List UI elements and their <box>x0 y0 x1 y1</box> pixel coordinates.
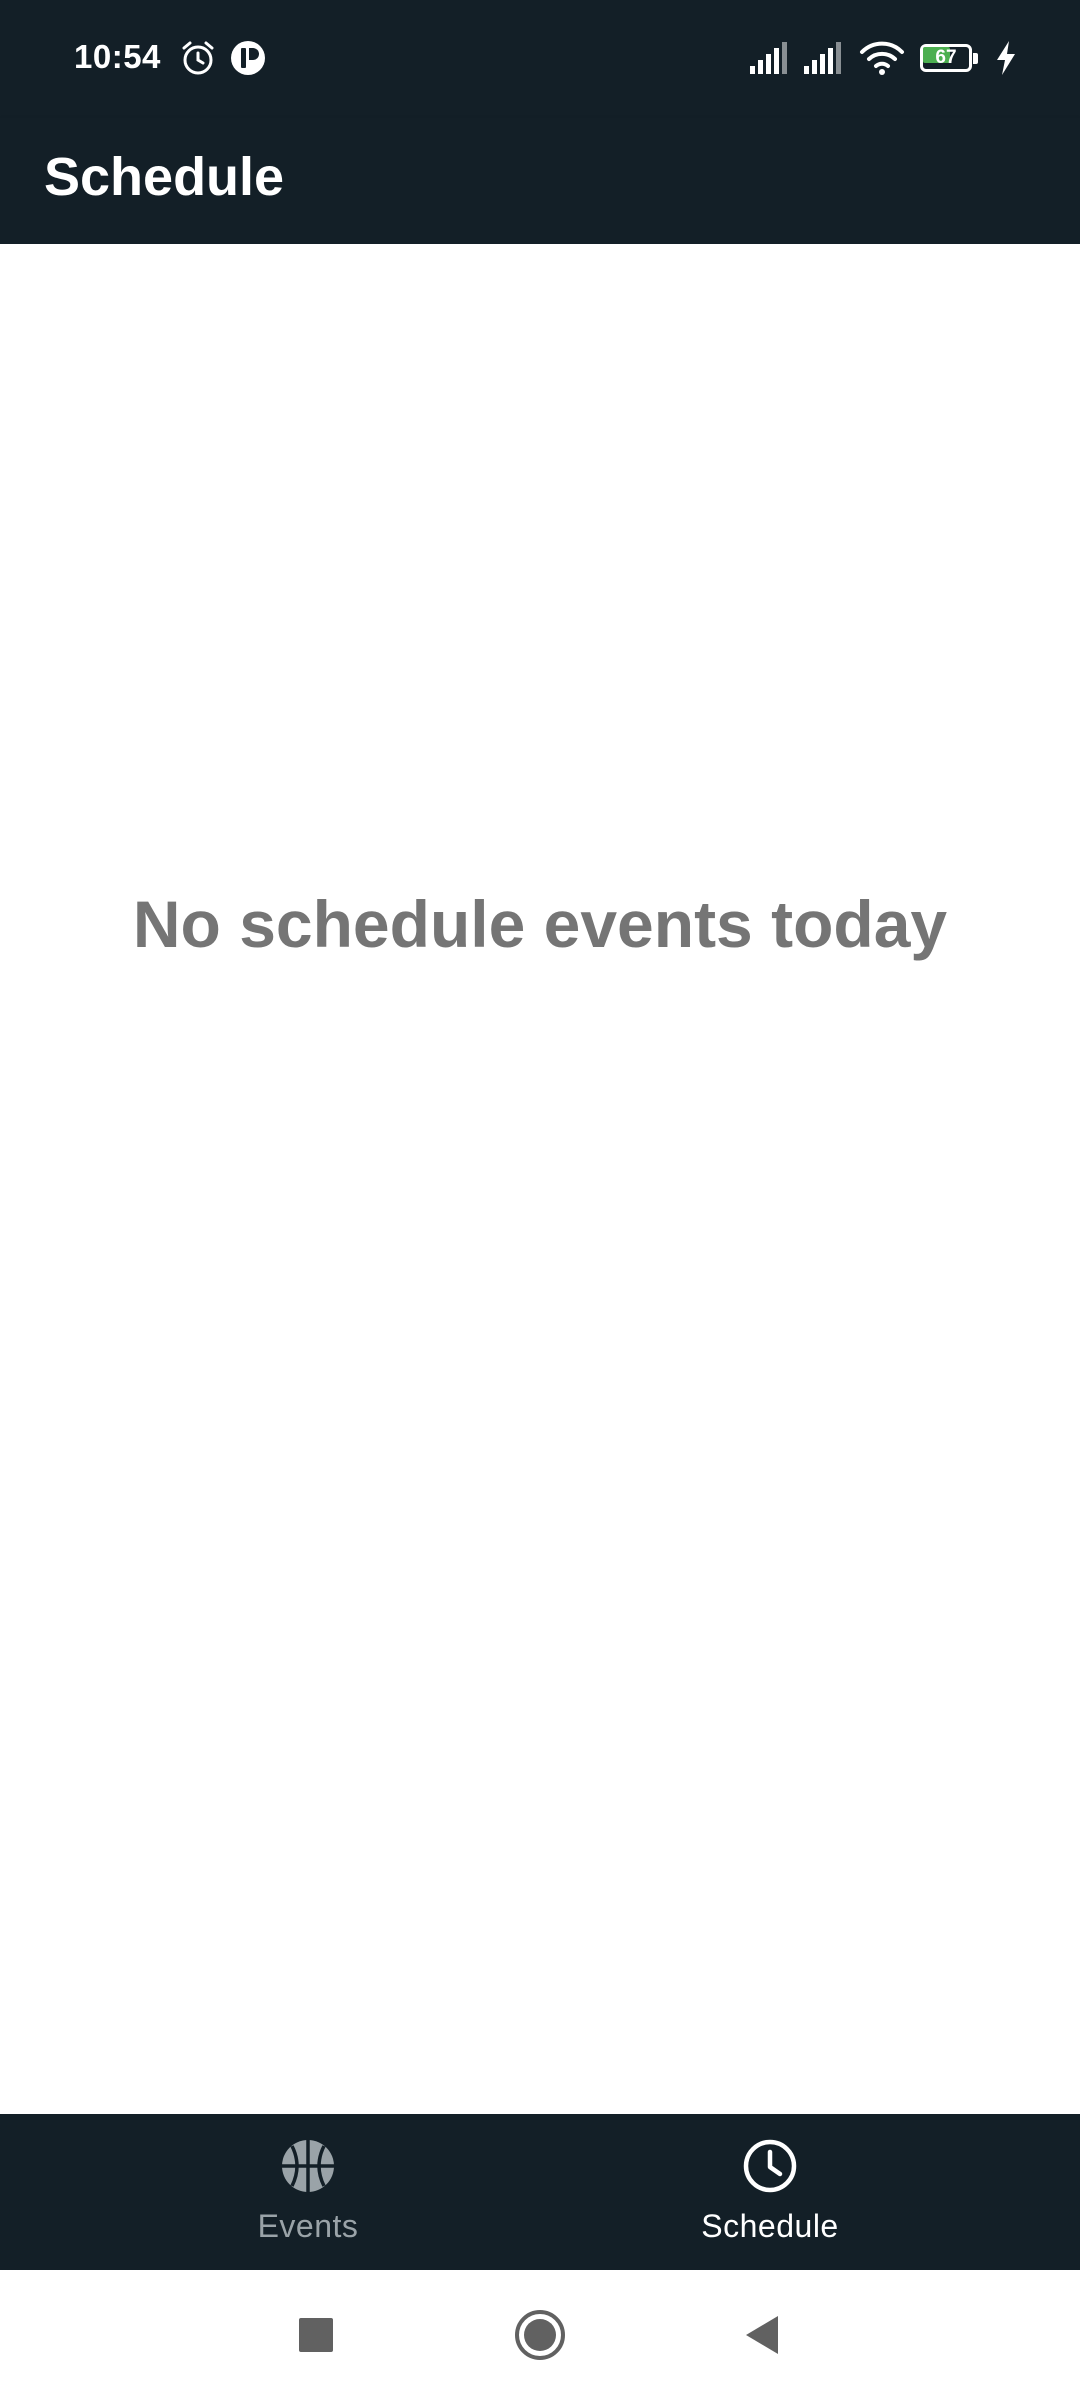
battery-level: 67 <box>935 47 957 68</box>
app-notification-icon <box>228 38 268 78</box>
status-bar: 10:54 67 <box>0 0 1080 118</box>
wifi-icon <box>858 38 906 78</box>
bottom-navigation: Events Schedule <box>0 2114 1080 2270</box>
back-button[interactable] <box>728 2300 798 2370</box>
alarm-icon <box>178 38 218 78</box>
battery-icon: 67 <box>920 44 978 74</box>
basketball-icon <box>280 2138 336 2194</box>
tab-events-label: Events <box>257 2208 359 2244</box>
system-navigation-bar <box>0 2270 1080 2400</box>
signal-icon <box>802 38 846 78</box>
tab-schedule-label: Schedule <box>701 2208 839 2244</box>
tab-schedule[interactable]: Schedule <box>620 2114 920 2270</box>
schedule-content: No schedule events today <box>0 244 1080 2114</box>
recents-button[interactable] <box>281 2300 351 2370</box>
page-title: Schedule <box>44 147 285 207</box>
clock-icon <box>742 2138 798 2194</box>
home-button[interactable] <box>505 2300 575 2370</box>
signal-icon <box>748 38 792 78</box>
charging-icon <box>992 38 1020 78</box>
tab-events[interactable]: Events <box>158 2114 458 2270</box>
empty-state-message: No schedule events today <box>132 887 948 961</box>
app-bar: Schedule <box>0 118 1080 244</box>
status-time: 10:54 <box>74 38 161 75</box>
